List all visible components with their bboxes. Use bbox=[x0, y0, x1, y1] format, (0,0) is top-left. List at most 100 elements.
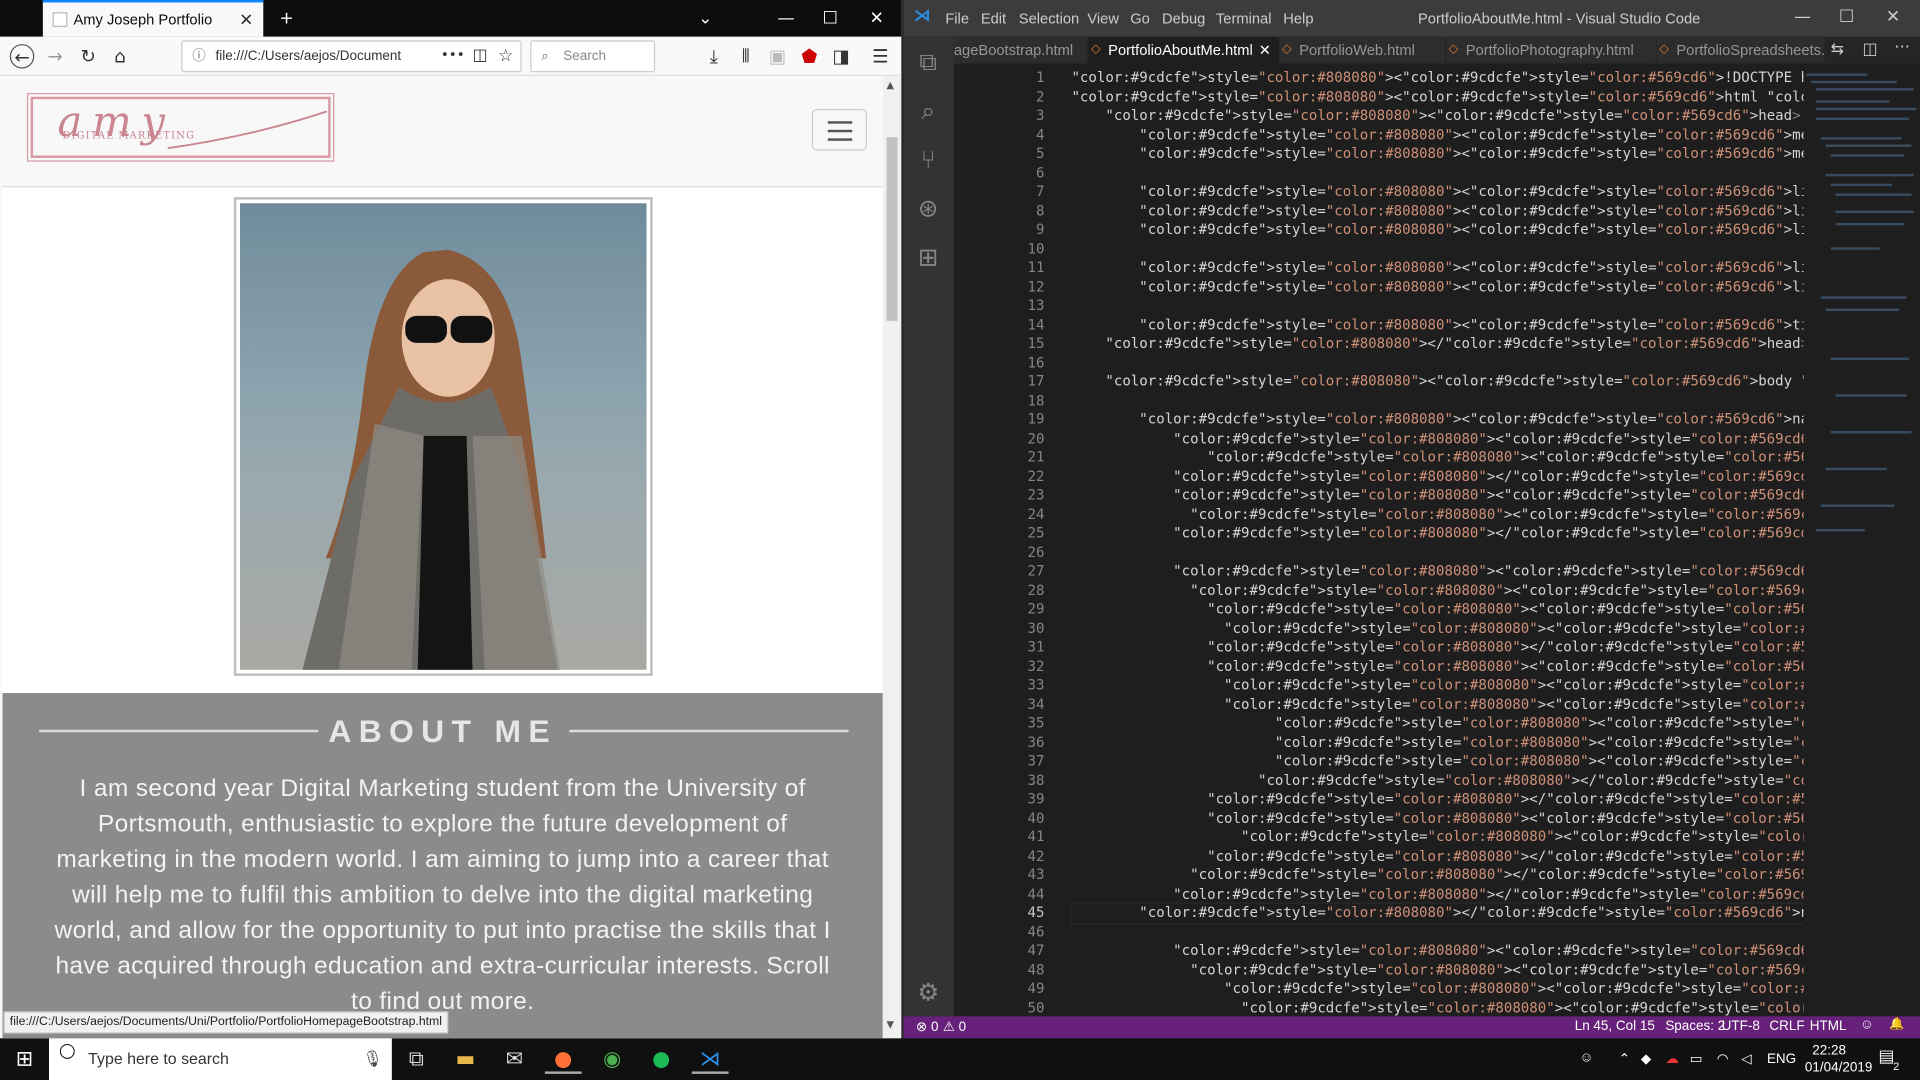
close-tab-icon[interactable]: ✕ bbox=[239, 10, 253, 31]
code-line[interactable]: "color:#9cdcfe">style="color:#808080"><"… bbox=[1071, 201, 1803, 220]
code-line[interactable]: "color:#9cdcfe">style="color:#808080"><"… bbox=[1071, 828, 1804, 847]
sync-icon[interactable]: ▣ bbox=[765, 44, 789, 68]
language-indicator[interactable]: ENG bbox=[1767, 1052, 1796, 1067]
code-line[interactable]: "color:#9cdcfe">style="color:#808080"><"… bbox=[1071, 88, 1803, 107]
page-actions-button[interactable]: ••• bbox=[441, 47, 465, 63]
code-line[interactable]: "color:#9cdcfe">style="color:#808080"><"… bbox=[1071, 752, 1804, 771]
indentation[interactable]: Spaces: 2 bbox=[1665, 1019, 1725, 1034]
mail-icon[interactable]: ✉ bbox=[496, 1044, 533, 1073]
language-mode[interactable]: HTML bbox=[1810, 1019, 1847, 1034]
menu-file[interactable]: File bbox=[945, 10, 969, 27]
settings-gear-icon[interactable]: ⚙ bbox=[913, 977, 942, 1006]
code-line[interactable]: "color:#9cdcfe">style="color:#808080"><"… bbox=[1071, 220, 1803, 239]
code-line[interactable]: "color:#9cdcfe">style="color:#808080"><"… bbox=[1071, 562, 1804, 581]
forward-button[interactable]: → bbox=[43, 44, 67, 68]
maximize-button[interactable]: ☐ bbox=[808, 0, 852, 37]
pocket-icon[interactable]: ◫ bbox=[468, 44, 492, 68]
scroll-up-icon[interactable]: ▲ bbox=[887, 80, 895, 91]
code-line[interactable]: "color:#9cdcfe">style="color:#808080"><"… bbox=[1071, 809, 1804, 828]
menu-selection[interactable]: Selection bbox=[1019, 10, 1079, 27]
menu-terminal[interactable]: Terminal bbox=[1216, 10, 1272, 27]
code-line[interactable]: "color:#9cdcfe">style="color:#808080"><"… bbox=[1071, 505, 1804, 524]
feedback-smiley-icon[interactable]: ☺ bbox=[1860, 1018, 1874, 1033]
tab-web[interactable]: ◇ PortfolioWeb.html bbox=[1279, 36, 1447, 64]
tab-photography[interactable]: ◇ PortfolioPhotography.html bbox=[1446, 36, 1657, 64]
code-line[interactable]: "color:#9cdcfe">style="color:#808080"></… bbox=[1071, 524, 1804, 543]
code-line[interactable]: "color:#9cdcfe">style="color:#808080"><"… bbox=[1071, 961, 1804, 980]
line-ending[interactable]: CRLF bbox=[1769, 1019, 1804, 1034]
spotify-taskbar-icon[interactable]: ● bbox=[643, 1044, 680, 1073]
chrome-taskbar-icon[interactable]: ◉ bbox=[594, 1044, 631, 1073]
taskbar-search-input[interactable]: ○ Type here to search 🎙 bbox=[48, 1038, 392, 1080]
task-view-icon[interactable]: ⧉ bbox=[398, 1044, 435, 1073]
menu-edit[interactable]: Edit bbox=[981, 10, 1006, 27]
scroll-down-icon[interactable]: ▼ bbox=[887, 1019, 895, 1030]
code-line[interactable]: "color:#9cdcfe">style="color:#808080"><"… bbox=[1071, 486, 1804, 505]
tab-about-me[interactable]: ◇ PortfolioAboutMe.html ✕ bbox=[1088, 36, 1280, 64]
cloud-icon[interactable]: ☁ bbox=[1665, 1051, 1678, 1067]
site-logo[interactable]: amy DIGITAL MARKETING bbox=[26, 93, 335, 162]
code-line[interactable]: "color:#9cdcfe">style="color:#808080"><"… bbox=[1071, 581, 1804, 600]
code-line[interactable]: "color:#9cdcfe">style="color:#808080"><"… bbox=[1071, 676, 1804, 695]
menu-view[interactable]: View bbox=[1087, 10, 1119, 27]
wifi-icon[interactable]: ◠ bbox=[1717, 1051, 1729, 1067]
encoding[interactable]: UTF-8 bbox=[1722, 1019, 1760, 1034]
open-changes-icon[interactable]: ⇆ bbox=[1831, 40, 1844, 58]
minimap[interactable] bbox=[1803, 63, 1920, 1017]
people-icon[interactable]: ☺ bbox=[1580, 1051, 1594, 1066]
code-line[interactable]: "color:#9cdcfe">style="color:#808080"><"… bbox=[1071, 126, 1803, 145]
dropbox-icon[interactable]: ◆ bbox=[1641, 1051, 1651, 1067]
code-line[interactable]: "color:#9cdcfe">style="color:#808080"><"… bbox=[1071, 695, 1804, 714]
reload-button[interactable]: ↻ bbox=[76, 44, 100, 68]
code-line[interactable]: "color:#9cdcfe">style="color:#808080"><"… bbox=[1071, 600, 1804, 619]
code-line[interactable]: "color:#9cdcfe">style="color:#808080"></… bbox=[1071, 790, 1804, 809]
code-line[interactable]: "color:#9cdcfe">style="color:#808080"><"… bbox=[1071, 182, 1803, 201]
start-windows-icon[interactable]: ⊞ bbox=[6, 1044, 43, 1073]
code-line[interactable]: "color:#9cdcfe">style="color:#808080"><"… bbox=[1071, 107, 1800, 126]
source-control-icon[interactable]: ⑂ bbox=[913, 144, 942, 173]
clock-date[interactable]: 01/04/2019 bbox=[1805, 1060, 1872, 1075]
code-line[interactable]: "color:#9cdcfe">style="color:#808080"><"… bbox=[1071, 315, 1803, 334]
code-line[interactable]: "color:#9cdcfe">style="color:#808080"></… bbox=[1071, 334, 1803, 353]
more-actions-icon[interactable]: ⋯ bbox=[1894, 38, 1910, 56]
close-window-button[interactable]: ✕ bbox=[855, 0, 899, 37]
ublock-icon[interactable]: ⬟ bbox=[797, 44, 821, 68]
tab-homepage[interactable]: ageBootstrap.html bbox=[953, 36, 1089, 64]
code-line[interactable]: "color:#9cdcfe">style="color:#808080"><"… bbox=[1071, 277, 1803, 296]
code-line[interactable]: "color:#9cdcfe">style="color:#808080"><"… bbox=[1071, 258, 1803, 277]
cursor-position[interactable]: Ln 45, Col 15 bbox=[1575, 1019, 1655, 1034]
list-tabs-button[interactable]: ⌄ bbox=[683, 0, 727, 37]
errors-count[interactable]: ⊗ 0 bbox=[916, 1019, 939, 1035]
notifications-bell-icon[interactable]: 🔔 bbox=[1889, 1018, 1904, 1031]
debug-icon[interactable]: ⊛ bbox=[913, 193, 942, 222]
code-line[interactable]: "color:#9cdcfe">style="color:#808080"><"… bbox=[1071, 980, 1804, 999]
close-tab-icon[interactable]: ✕ bbox=[1259, 37, 1271, 64]
downloads-icon[interactable]: ⤓ bbox=[702, 44, 726, 68]
split-editor-icon[interactable]: ◫ bbox=[1862, 40, 1877, 58]
page-scrollbar[interactable]: ▲ ▼ bbox=[882, 75, 902, 1039]
code-line[interactable]: "color:#9cdcfe">style="color:#808080"></… bbox=[1071, 771, 1804, 790]
battery-icon[interactable]: ▭ bbox=[1690, 1051, 1703, 1067]
explorer-icon[interactable]: ⧉ bbox=[913, 47, 942, 76]
menu-help[interactable]: Help bbox=[1283, 10, 1313, 27]
code-line[interactable]: "color:#9cdcfe">style="color:#808080"></… bbox=[1071, 638, 1804, 657]
minimize-button[interactable]: — bbox=[764, 0, 808, 37]
microphone-icon[interactable]: 🎙 bbox=[362, 1038, 382, 1080]
code-line[interactable]: "color:#9cdcfe">style="color:#808080"></… bbox=[1070, 902, 1804, 924]
file-explorer-icon[interactable]: ▬ bbox=[447, 1044, 484, 1073]
code-line[interactable]: "color:#9cdcfe">style="color:#808080"><"… bbox=[1071, 372, 1803, 391]
tray-chevron-icon[interactable]: ⌃ bbox=[1619, 1051, 1630, 1067]
warnings-count[interactable]: ⚠ 0 bbox=[943, 1019, 966, 1035]
scrollbar-thumb[interactable] bbox=[886, 137, 898, 321]
code-line[interactable]: "color:#9cdcfe">style="color:#808080"></… bbox=[1071, 847, 1804, 866]
bookmark-star-icon[interactable]: ☆ bbox=[493, 44, 517, 68]
code-line[interactable]: "color:#9cdcfe">style="color:#808080"></… bbox=[1071, 885, 1804, 904]
home-button[interactable]: ⌂ bbox=[108, 44, 132, 68]
code-line[interactable]: "color:#9cdcfe">style="color:#808080"><"… bbox=[1071, 69, 1803, 88]
search-input[interactable]: ⌕ Search bbox=[530, 40, 656, 73]
clock-time[interactable]: 22:28 bbox=[1812, 1043, 1846, 1058]
code-line[interactable]: "color:#9cdcfe">style="color:#808080"><"… bbox=[1071, 733, 1804, 752]
code-line[interactable]: "color:#9cdcfe">style="color:#808080"><"… bbox=[1071, 144, 1803, 163]
volume-icon[interactable]: ◁ bbox=[1741, 1051, 1751, 1067]
browser-tab[interactable]: Amy Joseph Portfolio ✕ bbox=[42, 0, 264, 37]
